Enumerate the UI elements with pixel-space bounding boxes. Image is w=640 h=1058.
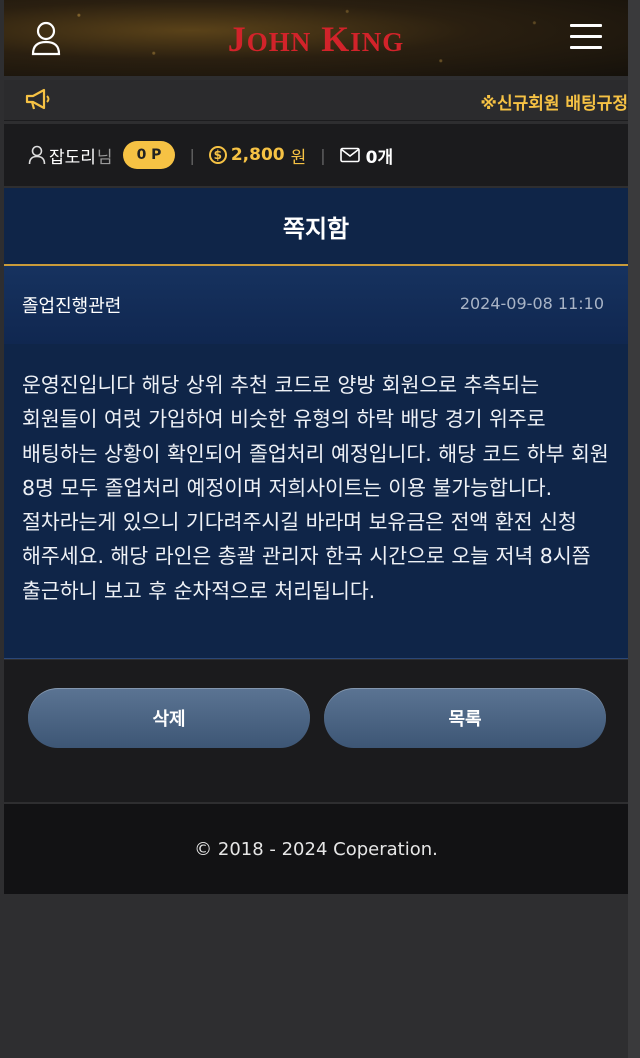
- coin-icon: $: [208, 146, 227, 164]
- logo-text: ING: [350, 27, 405, 57]
- username: 잡도리: [49, 147, 96, 168]
- list-button[interactable]: 목록: [324, 688, 606, 748]
- person-icon: [28, 145, 46, 165]
- balance-amount: 2,800: [230, 145, 285, 165]
- header: JOHN KING: [4, 0, 628, 76]
- divider: |: [189, 145, 195, 165]
- notice-marquee-text[interactable]: ※신규회원 배팅규정: [480, 89, 628, 114]
- logo-text: OHN: [246, 27, 312, 57]
- honorific: 님: [96, 147, 113, 168]
- user-info-bar: 잡도리 님 0 P | $ 2,800 원 | 0개: [4, 124, 628, 186]
- action-bar: 삭제 목록: [4, 660, 628, 802]
- scrollbar-track[interactable]: [628, 0, 640, 1058]
- envelope-icon: [339, 147, 360, 163]
- delete-button[interactable]: 삭제: [28, 688, 310, 748]
- message-body: 운영진입니다 해당 상위 추천 코드로 양방 회원으로 추측되는 회원들이 여럿…: [4, 344, 628, 659]
- message-content: 운영진입니다 해당 상위 추천 코드로 양방 회원으로 추측되는 회원들이 여럿…: [22, 373, 609, 603]
- message-count-text: 0개: [365, 147, 394, 168]
- megaphone-icon: [24, 88, 52, 112]
- message-count[interactable]: 0개: [339, 143, 394, 168]
- logo-letter: J: [227, 19, 247, 59]
- message-header: 졸업진행관련 2024-09-08 11:10: [4, 266, 628, 344]
- notice-bar: ※신규회원 배팅규정: [4, 80, 628, 121]
- logo[interactable]: JOHN KING: [4, 18, 628, 60]
- page-title: 쪽지함: [4, 188, 628, 266]
- username-display: 잡도리 님: [28, 143, 113, 168]
- message-subject: 졸업진행관련: [22, 296, 122, 317]
- copyright-text: © 2018 - 2024 Coperation.: [194, 838, 438, 860]
- balance-unit: 원: [290, 147, 307, 168]
- points-badge[interactable]: 0 P: [122, 141, 176, 169]
- hamburger-menu-icon[interactable]: [570, 24, 602, 50]
- footer: © 2018 - 2024 Coperation.: [4, 804, 628, 894]
- divider: |: [320, 145, 326, 165]
- balance-display[interactable]: $ 2,800 원: [208, 143, 307, 168]
- logo-letter: K: [321, 19, 351, 59]
- page: JOHN KING ※신규회원 배팅규정 잡도리 님 0 P | $ 2,800…: [0, 0, 640, 1058]
- message-date: 2024-09-08 11:10: [459, 294, 604, 313]
